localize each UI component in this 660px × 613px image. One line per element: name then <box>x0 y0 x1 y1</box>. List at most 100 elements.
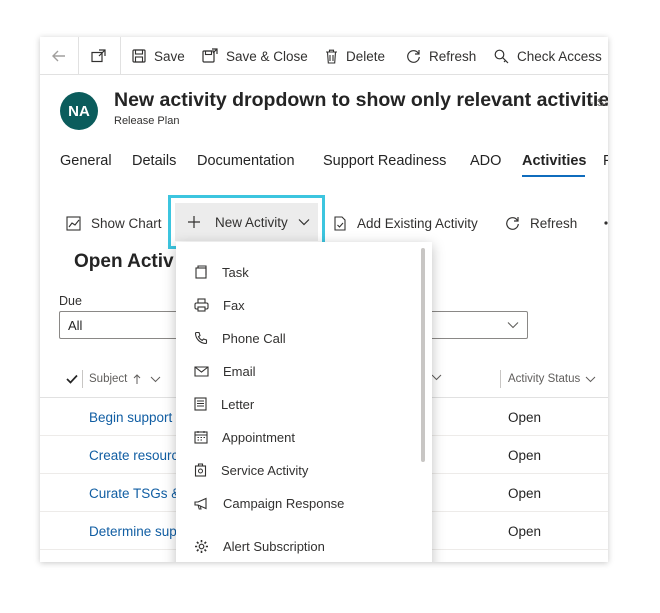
avatar: NA <box>60 92 98 130</box>
tab-details[interactable]: Details <box>132 153 176 169</box>
more-icon <box>604 221 608 225</box>
more-commands-button[interactable] <box>604 213 608 233</box>
menu-item-label: Fax <box>223 297 245 313</box>
menu-item-label: Alert Subscription <box>223 538 325 554</box>
table-row-subject[interactable]: Curate TSGs & <box>89 486 180 501</box>
column-divider <box>82 370 83 388</box>
chart-icon <box>66 215 81 231</box>
back-arrow-icon <box>52 50 65 62</box>
tab-support-readiness[interactable]: Support Readiness <box>323 153 446 169</box>
calendar-icon <box>194 431 208 444</box>
save-icon <box>132 49 146 63</box>
app-window: Save Save & Close Delete Refresh Check A… <box>40 37 608 562</box>
subgrid-refresh-label: Refresh <box>530 215 578 231</box>
gear-icon <box>195 539 208 553</box>
megaphone-icon <box>194 497 207 509</box>
menu-item-label: Phone Call <box>222 330 286 346</box>
command-bar: Save Save & Close Delete Refresh Check A… <box>40 37 608 75</box>
refresh-icon <box>407 49 420 63</box>
check-access-label: Check Access <box>517 48 602 64</box>
refresh-label: Refresh <box>429 48 477 64</box>
menu-item-campaign-response[interactable]: Campaign Response <box>194 492 344 514</box>
menu-item-label: Task <box>222 264 249 280</box>
new-activity-button[interactable]: New Activity <box>175 203 318 241</box>
menu-item-label: Email <box>223 363 256 379</box>
menu-item-task[interactable]: Task <box>194 261 249 283</box>
record-title: New activity dropdown to show only relev… <box>114 89 608 111</box>
open-new-window-button[interactable] <box>91 37 114 75</box>
phone-icon <box>194 331 208 345</box>
chevron-down-icon <box>585 376 596 382</box>
service-icon <box>194 463 207 477</box>
menu-item-label: Letter <box>221 396 255 412</box>
column-subject-label: Subject <box>89 373 128 385</box>
table-row-subject[interactable]: Determine sup <box>89 524 177 539</box>
letter-icon <box>194 397 207 411</box>
tab-ado[interactable]: ADO <box>470 153 501 169</box>
table-row-subject[interactable]: Create resourc <box>89 448 178 463</box>
column-header-activity-status[interactable]: Activity Status <box>508 373 596 385</box>
menu-item-label: Service Activity <box>221 462 309 478</box>
tab-general[interactable]: General <box>60 153 112 169</box>
tab-activities[interactable]: Activities <box>522 153 586 169</box>
save-button[interactable]: Save <box>132 37 185 75</box>
tab-overflow[interactable]: F <box>603 153 608 169</box>
add-existing-activity-button[interactable]: Add Existing Activity <box>333 213 478 233</box>
menu-item-appointment[interactable]: Appointment <box>194 426 295 448</box>
subgrid-title: Open Activ <box>74 251 174 272</box>
popout-icon <box>91 49 106 63</box>
menu-item-label: Appointment <box>222 429 295 445</box>
select-all-checkmark-icon[interactable] <box>66 374 78 384</box>
dropdown-scrollbar[interactable] <box>421 248 425 462</box>
menu-item-alert-subscription[interactable]: Alert Subscription <box>194 535 325 557</box>
menu-item-fax[interactable]: Fax <box>194 294 245 316</box>
check-access-button[interactable]: Check Access <box>494 37 602 75</box>
table-row-status: Open <box>508 524 542 539</box>
save-close-button[interactable]: Save & Close <box>202 37 308 75</box>
task-icon <box>195 265 207 279</box>
show-chart-label: Show Chart <box>91 215 162 231</box>
delete-label: Delete <box>346 48 386 64</box>
subgrid-refresh-button[interactable]: Refresh <box>505 213 577 233</box>
record-title-suffix: - Sa <box>590 97 608 109</box>
chevron-down-icon <box>151 376 161 382</box>
show-chart-button[interactable]: Show Chart <box>66 213 162 233</box>
email-icon <box>194 365 209 377</box>
filter-label: Due <box>59 294 82 308</box>
active-tab-indicator <box>522 175 585 177</box>
table-row-status: Open <box>508 486 542 501</box>
column-divider <box>500 370 501 388</box>
delete-button[interactable]: Delete <box>325 37 385 75</box>
record-entity: Release Plan <box>114 115 180 127</box>
fax-icon <box>194 298 209 312</box>
new-activity-label: New Activity <box>215 214 288 230</box>
column-activity-status-label: Activity Status <box>508 373 581 385</box>
back-button[interactable] <box>52 37 74 75</box>
table-row-status: Open <box>508 448 542 463</box>
sort-ascending-icon <box>134 373 141 384</box>
menu-item-phone-call[interactable]: Phone Call <box>194 327 286 349</box>
key-search-icon <box>494 49 509 63</box>
tab-documentation[interactable]: Documentation <box>197 153 295 169</box>
menu-item-email[interactable]: Email <box>194 360 256 382</box>
add-existing-activity-label: Add Existing Activity <box>357 215 478 231</box>
menu-item-service-activity[interactable]: Service Activity <box>194 459 308 481</box>
chevron-down-icon[interactable] <box>431 374 442 381</box>
menu-item-label: Campaign Response <box>223 495 345 511</box>
trash-icon <box>326 49 337 64</box>
menu-item-letter[interactable]: Letter <box>194 393 254 415</box>
new-activity-dropdown: Task Fax Phone Call Email Letter Appoint… <box>176 242 432 562</box>
refresh-icon <box>506 216 519 230</box>
chevron-down-icon <box>507 322 519 329</box>
refresh-button[interactable]: Refresh <box>406 37 476 75</box>
chevron-down-icon <box>298 219 310 226</box>
table-row-subject[interactable]: Begin support <box>89 410 172 425</box>
add-existing-icon <box>334 215 346 231</box>
filter-value: All <box>68 318 83 333</box>
save-label: Save <box>154 48 185 64</box>
table-row-status: Open <box>508 410 542 425</box>
save-close-icon <box>202 48 218 63</box>
save-close-label: Save & Close <box>226 48 308 64</box>
column-header-subject[interactable]: Subject <box>89 373 161 385</box>
plus-icon <box>188 216 200 228</box>
